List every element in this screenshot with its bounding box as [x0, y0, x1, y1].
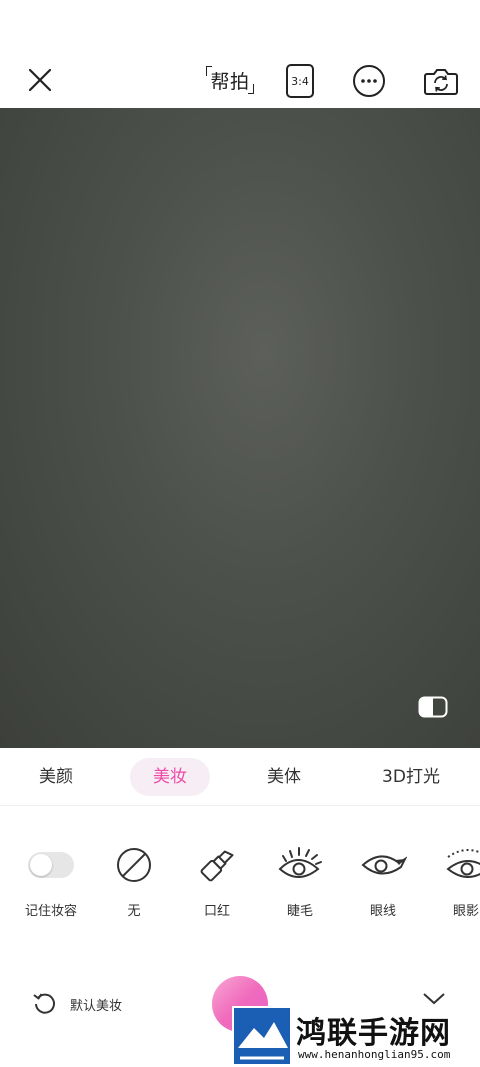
makeup-item-label: 无	[127, 904, 141, 919]
close-icon	[28, 68, 52, 92]
tab-beauty[interactable]: 美颜	[22, 758, 90, 796]
aspect-ratio-label: 3:4	[291, 74, 309, 88]
aspect-ratio-button[interactable]: 3:4	[286, 64, 314, 98]
default-makeup-button[interactable]: 默认美妆	[32, 990, 122, 1018]
makeup-item-eyeshadow[interactable]: 眼影	[426, 830, 480, 919]
makeup-item-eyelash[interactable]: 睫毛	[260, 830, 340, 919]
remember-makeup-label: 记住妆容	[24, 904, 77, 919]
watermark-title: 鸿联手游网	[296, 1016, 451, 1051]
eyelash-icon	[278, 847, 322, 878]
tab-makeup[interactable]: 美妆	[130, 758, 210, 796]
tab-body[interactable]: 美体	[250, 758, 318, 796]
makeup-item-none[interactable]: 无	[94, 830, 174, 919]
default-makeup-label: 默认美妆	[70, 998, 123, 1014]
watermark-logo-icon	[234, 1008, 290, 1064]
makeup-item-lipstick[interactable]: 口红	[177, 830, 257, 919]
switch-camera-icon	[424, 69, 458, 95]
reset-icon	[33, 993, 55, 1014]
camera-viewfinder[interactable]	[0, 108, 480, 748]
eyeshadow-icon	[446, 849, 480, 878]
more-button[interactable]	[352, 64, 386, 98]
makeup-item-label: 口红	[203, 904, 230, 919]
compare-icon	[418, 696, 448, 718]
compare-button[interactable]	[418, 696, 448, 718]
makeup-item-label: 睫毛	[286, 904, 313, 919]
help-shot-button[interactable]: 帮拍	[200, 62, 260, 98]
eyeliner-icon	[361, 855, 407, 875]
collapse-icon	[423, 993, 445, 1005]
none-icon	[117, 848, 151, 882]
tab-3d-lighting[interactable]: 3D打光	[370, 758, 452, 796]
toggle-knob	[30, 854, 52, 876]
collapse-button[interactable]	[420, 988, 448, 1008]
close-button[interactable]	[22, 62, 58, 98]
top-bar: 帮拍 3:4	[0, 0, 480, 108]
more-icon	[353, 65, 385, 97]
makeup-options: 记住妆容 无 口红 睫毛 眼线 眼影	[0, 830, 480, 930]
watermark-url: www.henanhonglian95.com	[298, 1048, 451, 1061]
bracket-icon	[206, 66, 212, 76]
watermark: 鸿联手游网 www.henanhonglian95.com	[232, 1006, 480, 1067]
makeup-item-eyeliner[interactable]: 眼线	[343, 830, 423, 919]
help-shot-label: 帮拍	[210, 70, 250, 93]
makeup-item-label: 眼影	[452, 904, 479, 919]
bracket-icon	[248, 84, 254, 94]
toggle-switch[interactable]	[28, 852, 74, 878]
beauty-tabs: 美颜 美妆 美体 3D打光	[0, 748, 480, 806]
remember-makeup-toggle[interactable]: 记住妆容	[11, 830, 91, 919]
makeup-item-label: 眼线	[369, 904, 396, 919]
switch-camera-button[interactable]	[422, 62, 460, 100]
lipstick-icon	[200, 850, 234, 882]
